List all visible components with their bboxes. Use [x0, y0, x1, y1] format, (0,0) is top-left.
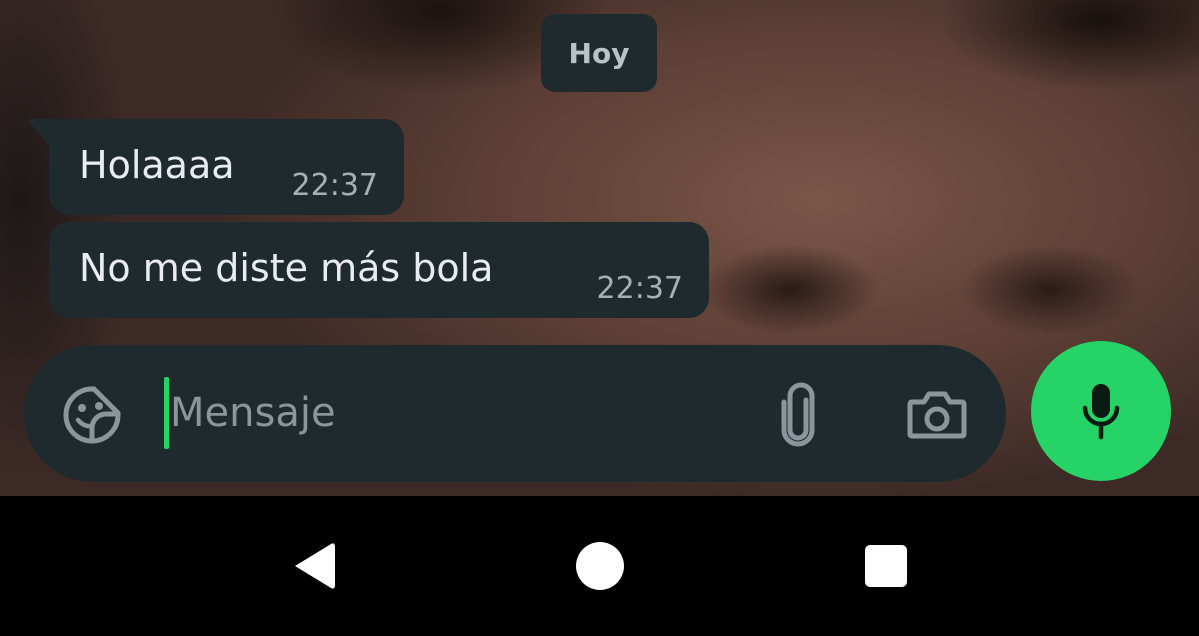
home-circle-icon[interactable] [570, 536, 630, 596]
message-composer [24, 345, 1006, 482]
camera-icon[interactable] [904, 383, 970, 447]
whatsapp-chat-screen: Hoy Holaaaa 22:37 No me diste más bola 2… [0, 0, 1199, 636]
back-triangle-icon[interactable] [282, 536, 342, 596]
paperclip-icon[interactable] [766, 381, 830, 449]
message-input[interactable] [170, 375, 730, 451]
message-text: Holaaaa [79, 143, 235, 187]
recents-square-icon[interactable] [856, 536, 916, 596]
incoming-message-bubble[interactable]: Holaaaa 22:37 [27, 119, 404, 215]
microphone-button[interactable] [1031, 341, 1171, 481]
date-separator-label: Hoy [568, 36, 630, 70]
microphone-icon [1082, 384, 1120, 440]
sticker-emoji-icon[interactable] [60, 383, 124, 447]
date-separator-chip: Hoy [541, 14, 657, 92]
text-cursor [164, 377, 169, 449]
system-navigation-bar [0, 496, 1199, 636]
chat-message-area[interactable]: Hoy Holaaaa 22:37 No me diste más bola 2… [0, 0, 1199, 496]
bubble-tail [27, 119, 49, 145]
message-timestamp: 22:37 [291, 168, 378, 203]
message-timestamp: 22:37 [596, 271, 683, 306]
incoming-message-bubble[interactable]: No me diste más bola 22:37 [49, 222, 709, 318]
message-text: No me diste más bola [79, 246, 494, 290]
